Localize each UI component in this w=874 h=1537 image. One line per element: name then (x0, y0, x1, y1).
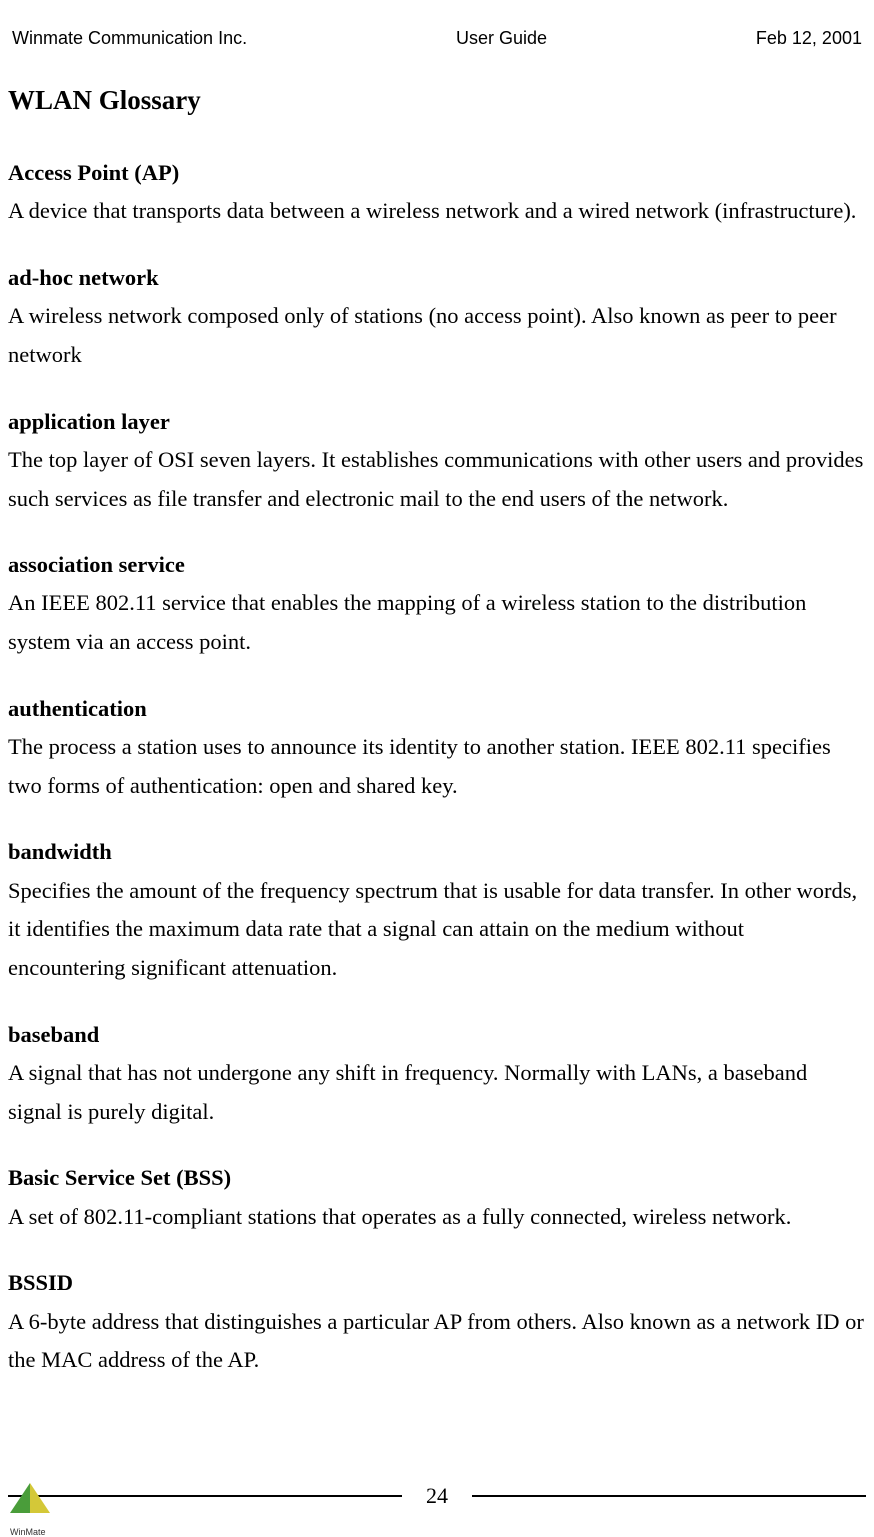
page-header: Winmate Communication Inc. User Guide Fe… (8, 28, 866, 49)
glossary-entry: authentication The process a station use… (8, 690, 866, 806)
glossary-term: Access Point (AP) (8, 154, 866, 192)
glossary-entry: application layer The top layer of OSI s… (8, 403, 866, 519)
glossary-definition: A signal that has not undergone any shif… (8, 1054, 866, 1131)
glossary-term: bandwidth (8, 833, 866, 871)
glossary-definition: A 6-byte address that distinguishes a pa… (8, 1303, 866, 1380)
header-title: User Guide (456, 28, 547, 49)
glossary-entry: BSSID A 6-byte address that distinguishe… (8, 1264, 866, 1380)
glossary-term: ad-hoc network (8, 259, 866, 297)
page-footer: 24 WinMate (0, 1483, 874, 1509)
glossary-term: BSSID (8, 1264, 866, 1302)
glossary-definition: A device that transports data between a … (8, 192, 866, 231)
glossary-entry: baseband A signal that has not undergone… (8, 1016, 866, 1132)
page-title: WLAN Glossary (8, 85, 866, 116)
glossary-definition: A wireless network composed only of stat… (8, 297, 866, 374)
glossary-entry: Access Point (AP) A device that transpor… (8, 154, 866, 231)
glossary-definition: An IEEE 802.11 service that enables the … (8, 584, 866, 661)
footer-line-right (472, 1495, 866, 1498)
glossary-entry: Basic Service Set (BSS) A set of 802.11-… (8, 1159, 866, 1236)
footer-rule: 24 (0, 1483, 874, 1509)
glossary-entry: bandwidth Specifies the amount of the fr… (8, 833, 866, 987)
glossary-term: application layer (8, 403, 866, 441)
glossary-definition: The process a station uses to announce i… (8, 728, 866, 805)
glossary-definition: The top layer of OSI seven layers. It es… (8, 441, 866, 518)
winmate-logo-icon: WinMate (10, 1483, 78, 1527)
glossary-definition: Specifies the amount of the frequency sp… (8, 872, 866, 988)
header-date: Feb 12, 2001 (756, 28, 862, 49)
glossary-entry: association service An IEEE 802.11 servi… (8, 546, 866, 662)
glossary-term: baseband (8, 1016, 866, 1054)
page-number: 24 (426, 1483, 448, 1509)
glossary-term: Basic Service Set (BSS) (8, 1159, 866, 1197)
logo-text: WinMate (10, 1527, 46, 1537)
header-company: Winmate Communication Inc. (12, 28, 247, 49)
glossary-term: association service (8, 546, 866, 584)
glossary-entry: ad-hoc network A wireless network compos… (8, 259, 866, 375)
glossary-definition: A set of 802.11-compliant stations that … (8, 1198, 866, 1237)
glossary-term: authentication (8, 690, 866, 728)
